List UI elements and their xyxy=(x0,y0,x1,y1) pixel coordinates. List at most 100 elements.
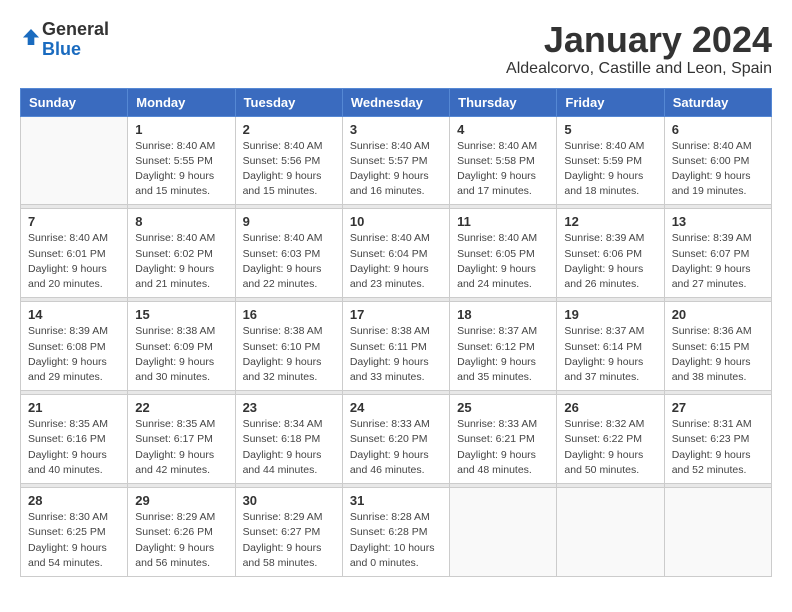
logo-blue-text: Blue xyxy=(42,39,81,59)
calendar-cell: 24Sunrise: 8:33 AMSunset: 6:20 PMDayligh… xyxy=(342,395,449,484)
day-info: Sunrise: 8:40 AMSunset: 6:04 PMDaylight:… xyxy=(350,231,442,292)
day-number: 11 xyxy=(457,214,549,229)
calendar-cell: 1 Sunrise: 8:40 AMSunset: 5:55 PMDaylight… xyxy=(128,116,235,205)
calendar-cell: 3 Sunrise: 8:40 AMSunset: 5:57 PMDaylight… xyxy=(342,116,449,205)
calendar-cell: 31Sunrise: 8:28 AMSunset: 6:28 PMDayligh… xyxy=(342,488,449,577)
calendar-cell: 23 Sunrise: 8:34 AMSunset: 6:18 PMDayligh… xyxy=(235,395,342,484)
logo-icon xyxy=(22,26,40,48)
day-number: 19 xyxy=(564,307,656,322)
calendar-cell: 12Sunrise: 8:39 AMSunset: 6:06 PMDayligh… xyxy=(557,209,664,298)
day-number: 26 xyxy=(564,400,656,415)
day-number: 16 xyxy=(243,307,335,322)
calendar-cell: 30 Sunrise: 8:29 AMSunset: 6:27 PMDayligh… xyxy=(235,488,342,577)
day-number: 8 xyxy=(135,214,227,229)
day-info: Sunrise: 8:40 AMSunset: 6:00 PMDaylight:… xyxy=(672,139,764,200)
weekday-header-saturday: Saturday xyxy=(664,88,771,116)
calendar-cell: 26 Sunrise: 8:32 AMSunset: 6:22 PMDayligh… xyxy=(557,395,664,484)
calendar-cell: 14 Sunrise: 8:39 AMSunset: 6:08 PMDayligh… xyxy=(21,302,128,391)
calendar-cell: 25Sunrise: 8:33 AMSunset: 6:21 PMDayligh… xyxy=(450,395,557,484)
calendar-cell: 28 Sunrise: 8:30 AMSunset: 6:25 PMDayligh… xyxy=(21,488,128,577)
day-number: 7 xyxy=(28,214,120,229)
page: General Blue January 2024 Aldealcorvo, C… xyxy=(0,0,792,597)
day-info: Sunrise: 8:35 AMSunset: 6:17 PMDaylight:… xyxy=(135,417,227,478)
day-number: 28 xyxy=(28,493,120,508)
calendar-cell: 2 Sunrise: 8:40 AMSunset: 5:56 PMDaylight… xyxy=(235,116,342,205)
day-info: Sunrise: 8:38 AMSunset: 6:10 PMDaylight:… xyxy=(243,324,335,385)
calendar-cell xyxy=(450,488,557,577)
day-number: 27 xyxy=(672,400,764,415)
calendar-subtitle: Aldealcorvo, Castille and Leon, Spain xyxy=(506,60,772,78)
day-info: Sunrise: 8:34 AMSunset: 6:18 PMDaylight:… xyxy=(243,417,335,478)
calendar-cell xyxy=(557,488,664,577)
week-row-3: 14 Sunrise: 8:39 AMSunset: 6:08 PMDayligh… xyxy=(21,302,772,391)
calendar-cell: 20 Sunrise: 8:36 AMSunset: 6:15 PMDayligh… xyxy=(664,302,771,391)
day-info: Sunrise: 8:40 AMSunset: 6:02 PMDaylight:… xyxy=(135,231,227,292)
weekday-header-wednesday: Wednesday xyxy=(342,88,449,116)
day-number: 15 xyxy=(135,307,227,322)
week-row-2: 7 Sunrise: 8:40 AMSunset: 6:01 PMDaylight… xyxy=(21,209,772,298)
day-info: Sunrise: 8:33 AMSunset: 6:21 PMDaylight:… xyxy=(457,417,549,478)
day-number: 9 xyxy=(243,214,335,229)
day-info: Sunrise: 8:40 AMSunset: 6:05 PMDaylight:… xyxy=(457,231,549,292)
calendar-cell: 17 Sunrise: 8:38 AMSunset: 6:11 PMDayligh… xyxy=(342,302,449,391)
day-info: Sunrise: 8:30 AMSunset: 6:25 PMDaylight:… xyxy=(28,510,120,571)
day-info: Sunrise: 8:36 AMSunset: 6:15 PMDaylight:… xyxy=(672,324,764,385)
day-number: 30 xyxy=(243,493,335,508)
calendar-cell: 21 Sunrise: 8:35 AMSunset: 6:16 PMDayligh… xyxy=(21,395,128,484)
day-info: Sunrise: 8:39 AMSunset: 6:08 PMDaylight:… xyxy=(28,324,120,385)
week-row-1: 1 Sunrise: 8:40 AMSunset: 5:55 PMDaylight… xyxy=(21,116,772,205)
day-number: 17 xyxy=(350,307,442,322)
day-number: 6 xyxy=(672,122,764,137)
day-number: 1 xyxy=(135,122,227,137)
logo: General Blue xyxy=(20,20,109,60)
logo-general-text: General xyxy=(42,19,109,39)
calendar-cell: 8 Sunrise: 8:40 AMSunset: 6:02 PMDaylight… xyxy=(128,209,235,298)
day-info: Sunrise: 8:29 AMSunset: 6:27 PMDaylight:… xyxy=(243,510,335,571)
day-info: Sunrise: 8:35 AMSunset: 6:16 PMDaylight:… xyxy=(28,417,120,478)
calendar-table: SundayMondayTuesdayWednesdayThursdayFrid… xyxy=(20,88,772,577)
day-number: 10 xyxy=(350,214,442,229)
day-number: 23 xyxy=(243,400,335,415)
weekday-header-row: SundayMondayTuesdayWednesdayThursdayFrid… xyxy=(21,88,772,116)
day-number: 2 xyxy=(243,122,335,137)
day-number: 21 xyxy=(28,400,120,415)
calendar-cell: 18Sunrise: 8:37 AMSunset: 6:12 PMDayligh… xyxy=(450,302,557,391)
day-number: 4 xyxy=(457,122,549,137)
day-number: 31 xyxy=(350,493,442,508)
day-info: Sunrise: 8:40 AMSunset: 5:56 PMDaylight:… xyxy=(243,139,335,200)
day-info: Sunrise: 8:40 AMSunset: 5:55 PMDaylight:… xyxy=(135,139,227,200)
day-number: 29 xyxy=(135,493,227,508)
day-info: Sunrise: 8:40 AMSunset: 5:57 PMDaylight:… xyxy=(350,139,442,200)
day-info: Sunrise: 8:38 AMSunset: 6:11 PMDaylight:… xyxy=(350,324,442,385)
day-number: 13 xyxy=(672,214,764,229)
calendar-cell: 11 Sunrise: 8:40 AMSunset: 6:05 PMDayligh… xyxy=(450,209,557,298)
calendar-cell: 5Sunrise: 8:40 AMSunset: 5:59 PMDaylight… xyxy=(557,116,664,205)
day-number: 3 xyxy=(350,122,442,137)
calendar-cell: 10 Sunrise: 8:40 AMSunset: 6:04 PMDayligh… xyxy=(342,209,449,298)
calendar-cell: 27 Sunrise: 8:31 AMSunset: 6:23 PMDayligh… xyxy=(664,395,771,484)
weekday-header-friday: Friday xyxy=(557,88,664,116)
calendar-cell: 22 Sunrise: 8:35 AMSunset: 6:17 PMDayligh… xyxy=(128,395,235,484)
day-number: 22 xyxy=(135,400,227,415)
calendar-cell: 16 Sunrise: 8:38 AMSunset: 6:10 PMDayligh… xyxy=(235,302,342,391)
day-info: Sunrise: 8:40 AMSunset: 6:01 PMDaylight:… xyxy=(28,231,120,292)
calendar-cell: 13Sunrise: 8:39 AMSunset: 6:07 PMDayligh… xyxy=(664,209,771,298)
calendar-cell: 19Sunrise: 8:37 AMSunset: 6:14 PMDayligh… xyxy=(557,302,664,391)
day-info: Sunrise: 8:29 AMSunset: 6:26 PMDaylight:… xyxy=(135,510,227,571)
day-number: 18 xyxy=(457,307,549,322)
week-row-5: 28 Sunrise: 8:30 AMSunset: 6:25 PMDayligh… xyxy=(21,488,772,577)
day-info: Sunrise: 8:31 AMSunset: 6:23 PMDaylight:… xyxy=(672,417,764,478)
weekday-header-tuesday: Tuesday xyxy=(235,88,342,116)
day-info: Sunrise: 8:40 AMSunset: 5:58 PMDaylight:… xyxy=(457,139,549,200)
calendar-cell: 7 Sunrise: 8:40 AMSunset: 6:01 PMDaylight… xyxy=(21,209,128,298)
day-info: Sunrise: 8:38 AMSunset: 6:09 PMDaylight:… xyxy=(135,324,227,385)
weekday-header-monday: Monday xyxy=(128,88,235,116)
calendar-cell: 6 Sunrise: 8:40 AMSunset: 6:00 PMDaylight… xyxy=(664,116,771,205)
day-info: Sunrise: 8:32 AMSunset: 6:22 PMDaylight:… xyxy=(564,417,656,478)
day-number: 20 xyxy=(672,307,764,322)
calendar-cell: 9 Sunrise: 8:40 AMSunset: 6:03 PMDaylight… xyxy=(235,209,342,298)
calendar-cell: 15 Sunrise: 8:38 AMSunset: 6:09 PMDayligh… xyxy=(128,302,235,391)
day-number: 14 xyxy=(28,307,120,322)
calendar-cell xyxy=(664,488,771,577)
day-info: Sunrise: 8:40 AMSunset: 6:03 PMDaylight:… xyxy=(243,231,335,292)
